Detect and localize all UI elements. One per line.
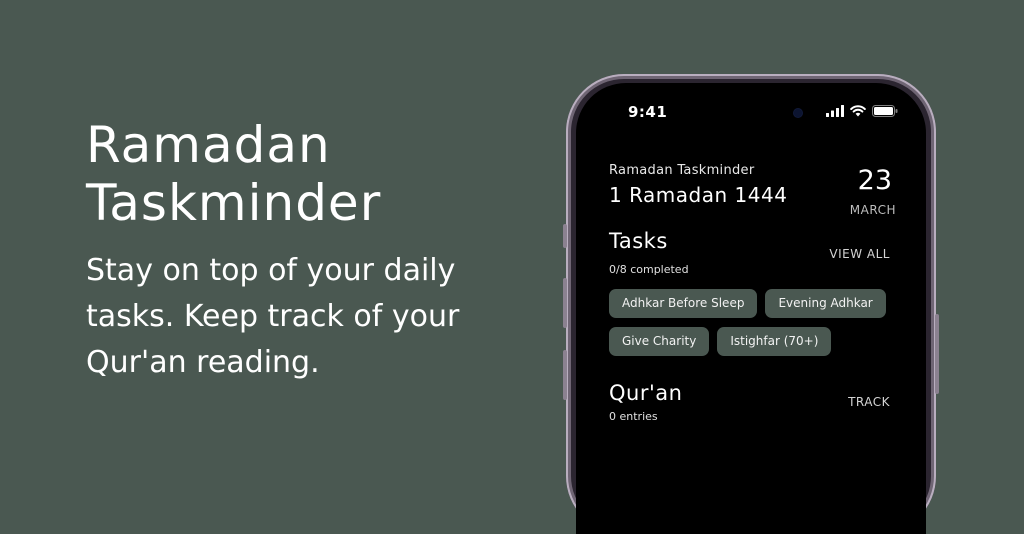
promo-tagline: Stay on top of your daily tasks. Keep tr… bbox=[86, 253, 460, 380]
promo-title-line2: Taskminder bbox=[86, 174, 382, 232]
promo-text: Ramadan Taskminder Stay on top of your d… bbox=[86, 116, 506, 386]
wifi-icon bbox=[850, 105, 866, 117]
phone-screen: 9:41 Ramadan Taskminder 1 Ramadan 1444 2 bbox=[576, 83, 926, 534]
track-quran-link[interactable]: TRACK bbox=[848, 395, 890, 409]
tasks-progress: 0/8 completed bbox=[609, 263, 689, 276]
status-icons bbox=[826, 105, 898, 117]
task-chip-evening-adhkar[interactable]: Evening Adhkar bbox=[765, 289, 886, 318]
task-chip-istighfar[interactable]: Istighfar (70+) bbox=[717, 327, 832, 356]
task-chip-adhkar-before-sleep[interactable]: Adhkar Before Sleep bbox=[609, 289, 758, 318]
volume-down-button bbox=[563, 350, 567, 400]
promo-title: Ramadan Taskminder bbox=[86, 116, 506, 232]
promo-title-line1: Ramadan bbox=[86, 116, 331, 174]
cellular-signal-icon bbox=[826, 105, 844, 117]
phone-mockup: 9:41 Ramadan Taskminder 1 Ramadan 1444 2 bbox=[563, 74, 939, 534]
volume-up-button bbox=[563, 278, 567, 328]
task-chip-give-charity[interactable]: Give Charity bbox=[609, 327, 710, 356]
front-camera bbox=[794, 109, 802, 117]
power-button bbox=[935, 314, 939, 394]
quran-entries-count: 0 entries bbox=[609, 410, 658, 423]
gregorian-month: MARCH bbox=[849, 203, 896, 217]
silent-switch bbox=[563, 224, 567, 248]
battery-icon bbox=[872, 105, 898, 117]
task-chip-list: Adhkar Before Sleep Evening Adhkar Give … bbox=[609, 289, 909, 356]
app-name: Ramadan Taskminder bbox=[609, 163, 755, 178]
view-all-tasks-link[interactable]: VIEW ALL bbox=[829, 247, 890, 261]
tasks-heading: Tasks bbox=[609, 229, 668, 253]
hijri-date: 1 Ramadan 1444 bbox=[609, 183, 788, 207]
gregorian-day: 23 bbox=[857, 165, 892, 196]
status-time: 9:41 bbox=[628, 103, 668, 121]
quran-heading: Qur'an bbox=[609, 381, 683, 405]
